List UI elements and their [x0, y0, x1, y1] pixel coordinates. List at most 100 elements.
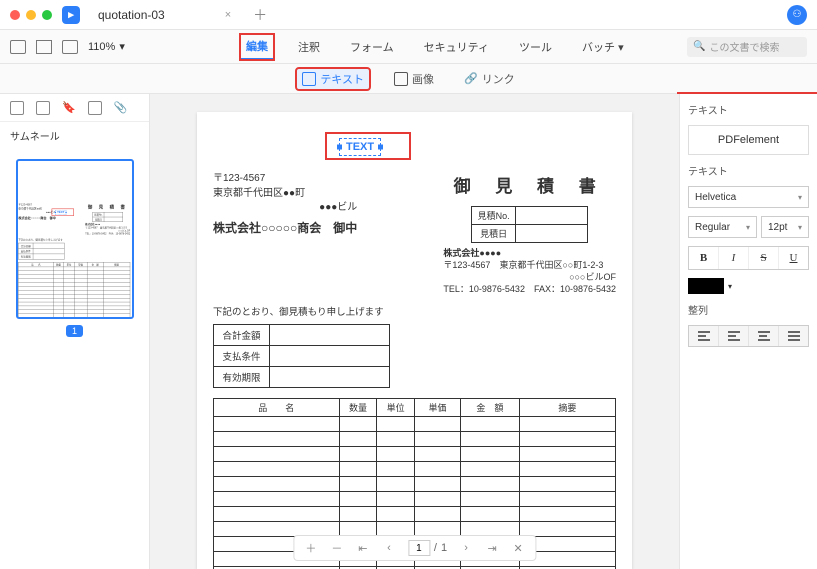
recipient-block: 御 見 積 書 見積No. 見積日 株式会社●●●● 〒123-4567 東京都…: [443, 172, 616, 296]
zoom-out-button[interactable]: －: [330, 540, 344, 556]
tab-close-icon[interactable]: ×: [225, 9, 231, 21]
link-icon: 🔗: [464, 72, 478, 85]
align-center-button[interactable]: [719, 326, 749, 346]
sender-company: 株式会社○○○○○商会: [213, 221, 321, 235]
line-items-table: 品 名数量単位単価金 額摘要: [18, 262, 130, 319]
text-section-label: テキスト: [688, 163, 809, 178]
document-canvas[interactable]: TEXT 〒123-4567 東京都千代田区●●町 ●●●ビル 株式会社○○○○…: [150, 94, 679, 569]
edit-subtoolbar: テキスト 画像 🔗リンク: [0, 64, 817, 94]
menu-bar: 編集 注釈 フォーム セキュリティ ツール バッチ ▾: [240, 34, 630, 60]
subbar-image[interactable]: 画像: [388, 68, 440, 90]
recipient-tel: TEL：10-9876-5432 FAX：10-9876-5432: [85, 232, 130, 235]
align-section-label: 整列: [688, 302, 809, 317]
font-weight-dropdown[interactable]: Regular▾: [688, 216, 757, 238]
search-placeholder: この文書で検索: [709, 39, 779, 54]
page-total: 1: [441, 542, 447, 554]
left-panel-tools: 🔖 📎: [0, 94, 149, 122]
add-tab-button[interactable]: ＋: [253, 5, 267, 25]
subbar-link[interactable]: 🔗リンク: [458, 68, 521, 90]
text-color-picker[interactable]: ▾: [688, 278, 809, 294]
menu-comment[interactable]: 注釈: [292, 35, 326, 59]
text-icon: [302, 72, 316, 86]
layers-icon[interactable]: [88, 101, 102, 115]
quote-note: 下記のとおり、御見積もり申し上げます: [18, 238, 130, 242]
titlebar: ▸ quotation-03 × ＋ ⚇: [0, 0, 817, 30]
document-tab[interactable]: quotation-03 ×: [88, 0, 241, 29]
left-panel: 🔖 📎 サムネール TEXT 〒123-4567 東京都千代田区●●町 ●●●ビ…: [0, 94, 150, 569]
thumbnail-view-icon[interactable]: [10, 101, 24, 115]
font-family-dropdown[interactable]: Helvetica▾: [688, 186, 809, 208]
thumbnail-page-number: 1: [66, 325, 83, 337]
document-page: TEXT 〒123-4567 東京都千代田区●●町 ●●●ビル 株式会社○○○○…: [197, 112, 632, 569]
attachment-icon[interactable]: 📎: [114, 101, 128, 114]
color-swatch: [688, 278, 724, 294]
table-row: [214, 431, 616, 446]
quote-meta-table: 見積No. 見積日: [471, 206, 588, 243]
table-row: [214, 461, 616, 476]
menu-security[interactable]: セキュリティ: [418, 35, 495, 59]
bold-button[interactable]: B: [689, 247, 719, 269]
search-input[interactable]: 🔍 この文書で検索: [687, 37, 807, 57]
minimize-window[interactable]: [26, 10, 36, 20]
page-thumbnail-1[interactable]: TEXT 〒123-4567 東京都千代田区●●町 ●●●ビル 株式会社○○○○…: [16, 159, 134, 319]
window-controls: [10, 10, 52, 20]
first-page-button[interactable]: ⇤: [356, 542, 370, 555]
zoom-in-button[interactable]: ＋: [304, 540, 318, 556]
quote-note: 下記のとおり、御見積もり申し上げます: [213, 304, 616, 318]
bookmark-icon[interactable]: 🔖: [62, 101, 76, 114]
text-align-group: [688, 325, 809, 347]
italic-button[interactable]: I: [719, 247, 749, 269]
page-controls: ＋ － ⇤ ‹ / 1 › ⇥ ✕: [293, 535, 536, 561]
last-page-button[interactable]: ⇥: [485, 542, 499, 555]
table-row: [214, 416, 616, 431]
panel-section-title: テキスト: [688, 102, 809, 117]
selected-text-object[interactable]: TEXT: [339, 138, 381, 156]
quote-meta-table: 見積No. 見積日: [92, 212, 122, 222]
document-title: 御 見 積 書: [87, 203, 127, 210]
sender-building: ●●●ビル: [213, 201, 357, 216]
strikethrough-button[interactable]: S: [749, 247, 779, 269]
next-page-button[interactable]: ›: [459, 542, 473, 554]
font-size-dropdown[interactable]: 12pt▾: [761, 216, 809, 238]
close-window[interactable]: [10, 10, 20, 20]
sender-company: 株式会社○○○○○商会: [18, 216, 46, 220]
panel-left-icon[interactable]: [10, 40, 26, 54]
align-justify-button[interactable]: [779, 326, 808, 346]
underline-button[interactable]: U: [779, 247, 808, 269]
align-left-button[interactable]: [689, 326, 719, 346]
sender-honorific: 御中: [333, 221, 357, 235]
selected-text-content[interactable]: PDFelement: [688, 125, 809, 155]
panel-right-icon[interactable]: [62, 40, 78, 54]
summary-table: 合計金額 支払条件 有効期限: [18, 243, 64, 260]
maximize-window[interactable]: [42, 10, 52, 20]
zoom-value: 110%: [88, 41, 115, 53]
menu-edit[interactable]: 編集: [240, 34, 274, 60]
comments-panel-icon[interactable]: [36, 101, 50, 115]
close-pager-button[interactable]: ✕: [511, 542, 525, 555]
sender-postal: 〒123-4567: [213, 172, 357, 187]
zoom-dropdown[interactable]: 110%▾: [88, 40, 125, 53]
thumbnails-icon[interactable]: [36, 40, 52, 54]
document-title: 御 見 積 書: [454, 172, 606, 197]
table-row: [214, 446, 616, 461]
user-avatar[interactable]: ⚇: [787, 5, 807, 25]
app-icon: ▸: [62, 6, 80, 24]
sender-block: 〒123-4567 東京都千代田区●●町 ●●●ビル 株式会社○○○○○商会 御…: [18, 203, 56, 235]
summary-table: 合計金額 支払条件 有効期限: [213, 324, 390, 388]
table-row: [214, 491, 616, 506]
page-number-input[interactable]: [408, 540, 430, 556]
properties-panel: テキスト PDFelement テキスト Helvetica▾ Regular▾…: [679, 94, 817, 569]
menu-batch[interactable]: バッチ ▾: [576, 35, 630, 59]
subbar-text[interactable]: テキスト: [296, 68, 370, 90]
selected-text-object[interactable]: TEXT: [55, 210, 66, 215]
tab-title: quotation-03: [98, 8, 165, 22]
image-icon: [394, 72, 408, 86]
sender-building: ●●●ビル: [18, 211, 56, 215]
prev-page-button[interactable]: ‹: [382, 542, 396, 554]
menu-form[interactable]: フォーム: [344, 35, 400, 59]
sender-honorific: 御中: [49, 216, 55, 220]
table-row: [18, 318, 130, 319]
menu-tool[interactable]: ツール: [513, 35, 558, 59]
align-right-button[interactable]: [749, 326, 779, 346]
sender-block: 〒123-4567 東京都千代田区●●町 ●●●ビル 株式会社○○○○○商会 御…: [213, 172, 357, 296]
